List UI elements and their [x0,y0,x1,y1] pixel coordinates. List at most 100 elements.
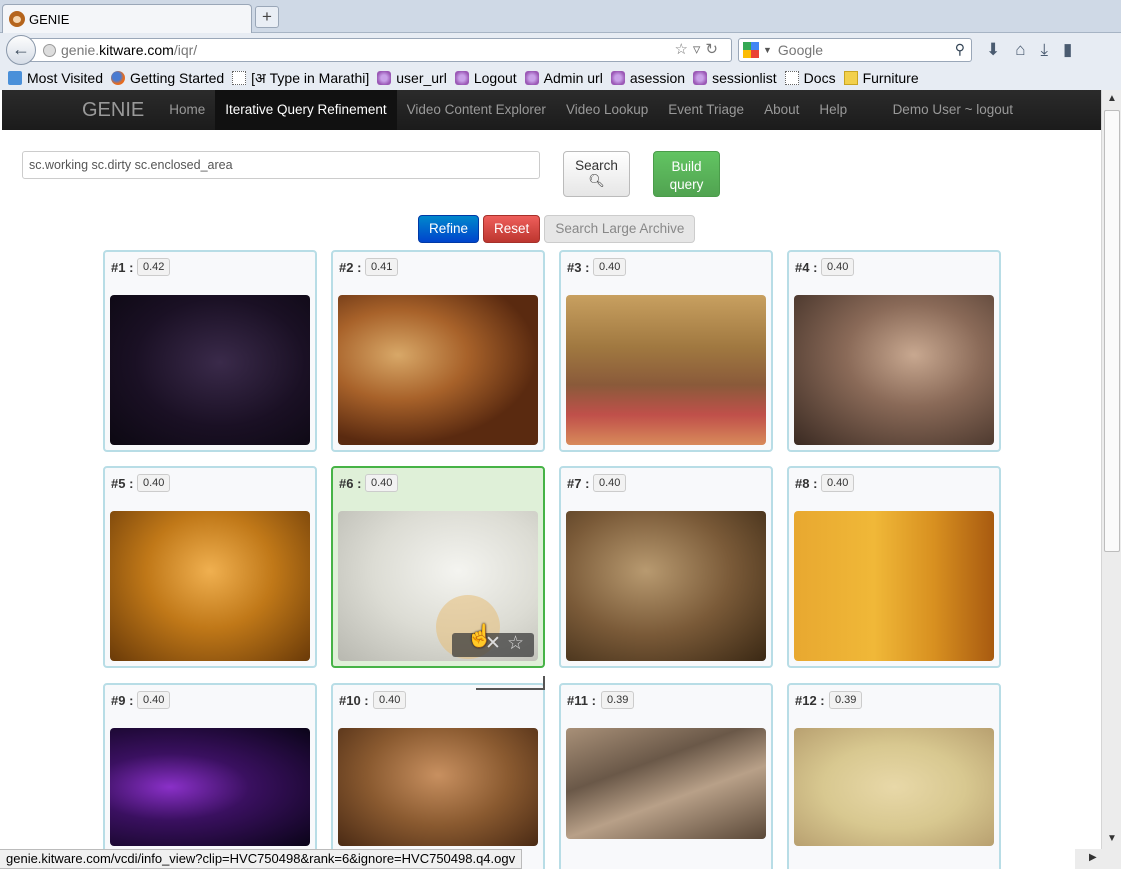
vertical-scrollbar[interactable]: ▲ ▼ [1101,90,1121,850]
bookmark-item[interactable]: Most Visited [8,70,103,86]
result-rank: #6 : [339,476,362,491]
video-thumbnail[interactable] [566,728,766,839]
bookmark-item[interactable]: Admin url [524,70,603,86]
result-rank: #2 : [339,260,362,275]
bookmark-ff-icon [111,71,125,85]
result-score-badge: 0.40 [593,258,627,276]
browser-tab[interactable]: GENIE [2,4,252,33]
video-thumbnail[interactable] [794,295,994,445]
bookmark-label: Furniture [862,70,919,86]
scroll-up-icon[interactable]: ▲ [1105,92,1119,106]
downloads-icon[interactable]: ⬇ [986,40,1000,60]
result-card[interactable]: #6 :0.40 ✕☆ ☝ [331,466,545,668]
toolbar-icons: ⬇ ⌂ ⤓ ▮ [986,40,1072,60]
reset-button[interactable]: Reset [483,215,541,243]
bookmark-label: sessionlist [712,70,777,86]
video-thumbnail[interactable] [566,511,766,661]
google-engine-icon[interactable] [743,42,759,58]
save-icon[interactable]: ⤓ [1041,40,1049,60]
bookmark-item[interactable]: Furniture [843,70,919,86]
app-navbar: GENIE Home Iterative Query Refinement Vi… [2,90,1101,130]
scroll-right-icon[interactable]: ▶ [1089,852,1097,863]
site-identity-icon[interactable] [43,43,56,57]
star-icon[interactable]: ☆ [507,633,530,654]
scrollbar-thumb[interactable] [1104,110,1120,552]
url-bar[interactable]: genie. kitware.com/iqr/ ☆▿↻ [30,38,732,62]
nav-video-content-explorer[interactable]: Video Content Explorer [397,90,556,130]
result-card[interactable]: #9 :0.40 [103,683,317,869]
bookmark-label: Admin url [543,70,603,86]
result-card[interactable]: #12 : 0.39 [787,683,1001,869]
bookmark-item[interactable]: asession [610,70,686,86]
bookmark-item[interactable]: Logout [454,70,517,86]
bookmark-item[interactable]: [अ Type in Marathi] [232,69,369,88]
nav-video-lookup[interactable]: Video Lookup [556,90,658,130]
back-arrow-icon[interactable]: ← [6,35,36,65]
web-search-field[interactable]: ▼ Google ⚲ [738,38,972,62]
video-thumbnail[interactable]: ✕☆ ☝ [338,511,538,661]
result-card[interactable]: #1 :0.42 [103,250,317,452]
home-icon[interactable]: ⌂ [1015,40,1025,60]
video-thumbnail[interactable] [110,295,310,445]
video-thumbnail[interactable] [338,728,538,846]
build-query-button[interactable]: Build query [653,151,720,197]
result-rank: #4 : [795,260,818,275]
video-thumbnail[interactable] [110,728,310,846]
search-button[interactable]: Search 🔍︎ [563,151,630,197]
video-thumbnail[interactable] [110,511,310,661]
search-magnifier-icon[interactable]: ⚲ [955,41,965,58]
bookmark-purple-icon [377,71,392,85]
bookmarks-toolbar: Most Visited Getting Started [अ Type in Ma… [0,66,1121,90]
new-tab-button[interactable]: + [255,6,279,28]
result-card[interactable]: #2 :0.41 [331,250,545,452]
result-score-badge: 0.40 [593,474,627,492]
bookmark-item[interactable]: Getting Started [111,70,224,86]
bookmark-label: [अ Type in Marathi] [251,69,370,86]
video-thumbnail[interactable] [338,295,538,445]
result-card[interactable]: #11 : 0.39 [559,683,773,869]
result-score-badge: 0.40 [821,258,855,276]
result-card[interactable]: #4 :0.40 [787,250,1001,452]
brand-logo[interactable]: GENIE [82,99,144,122]
video-thumbnail[interactable] [566,295,766,445]
result-score-badge: 0.40 [373,691,407,709]
hand-cursor-icon: ☝ [466,623,494,648]
nav-help[interactable]: Help [809,90,857,130]
result-rank: #12 : [795,693,825,708]
result-rank: #10 : [339,693,369,708]
refine-button[interactable]: Refine [418,215,480,243]
engine-dropdown-icon[interactable]: ▼ [763,45,772,55]
bookmark-item[interactable]: sessionlist [693,70,777,86]
url-path: /iqr/ [173,42,198,58]
result-card[interactable]: #7 :0.40 [559,466,773,668]
result-card[interactable]: #5 :0.40 [103,466,317,668]
bookmark-folder-icon [843,71,858,85]
horizontal-scrollbar[interactable]: ▶ [1075,849,1121,869]
search-icon: 🔍︎ [588,173,605,188]
video-thumbnail[interactable] [794,728,994,846]
search-button-label: Search [575,158,618,173]
query-input[interactable] [22,151,540,179]
nav-home[interactable]: Home [159,90,215,130]
bookmark-item[interactable]: Docs [784,70,836,86]
nav-about[interactable]: About [754,90,809,130]
drag-indicator [476,676,545,690]
bookmark-label: user_url [396,70,447,86]
scroll-down-icon[interactable]: ▼ [1105,832,1119,846]
bookmark-label: Docs [803,70,836,86]
nav-iterative-query-refinement[interactable]: Iterative Query Refinement [215,90,397,130]
result-card[interactable]: #10 : 0.40 [331,683,545,869]
bookmark-star-reload-icon[interactable]: ☆▿↻ [674,40,723,58]
nav-event-triage[interactable]: Event Triage [658,90,754,130]
video-thumbnail[interactable] [794,511,994,661]
browser-tab-strip: GENIE + [0,0,1121,33]
user-logout-link[interactable]: Demo User ~ logout [893,90,1013,130]
search-large-archive-button[interactable]: Search Large Archive [544,215,696,243]
result-score-badge: 0.39 [601,691,635,709]
bookmarks-menu-icon[interactable]: ▮ [1063,40,1072,60]
result-card[interactable]: #8 :0.40 [787,466,1001,668]
bookmark-item[interactable]: user_url [377,70,447,86]
bookmark-label: asession [629,70,686,86]
result-card[interactable]: #3 :0.40 [559,250,773,452]
result-rank: #5 : [111,476,134,491]
